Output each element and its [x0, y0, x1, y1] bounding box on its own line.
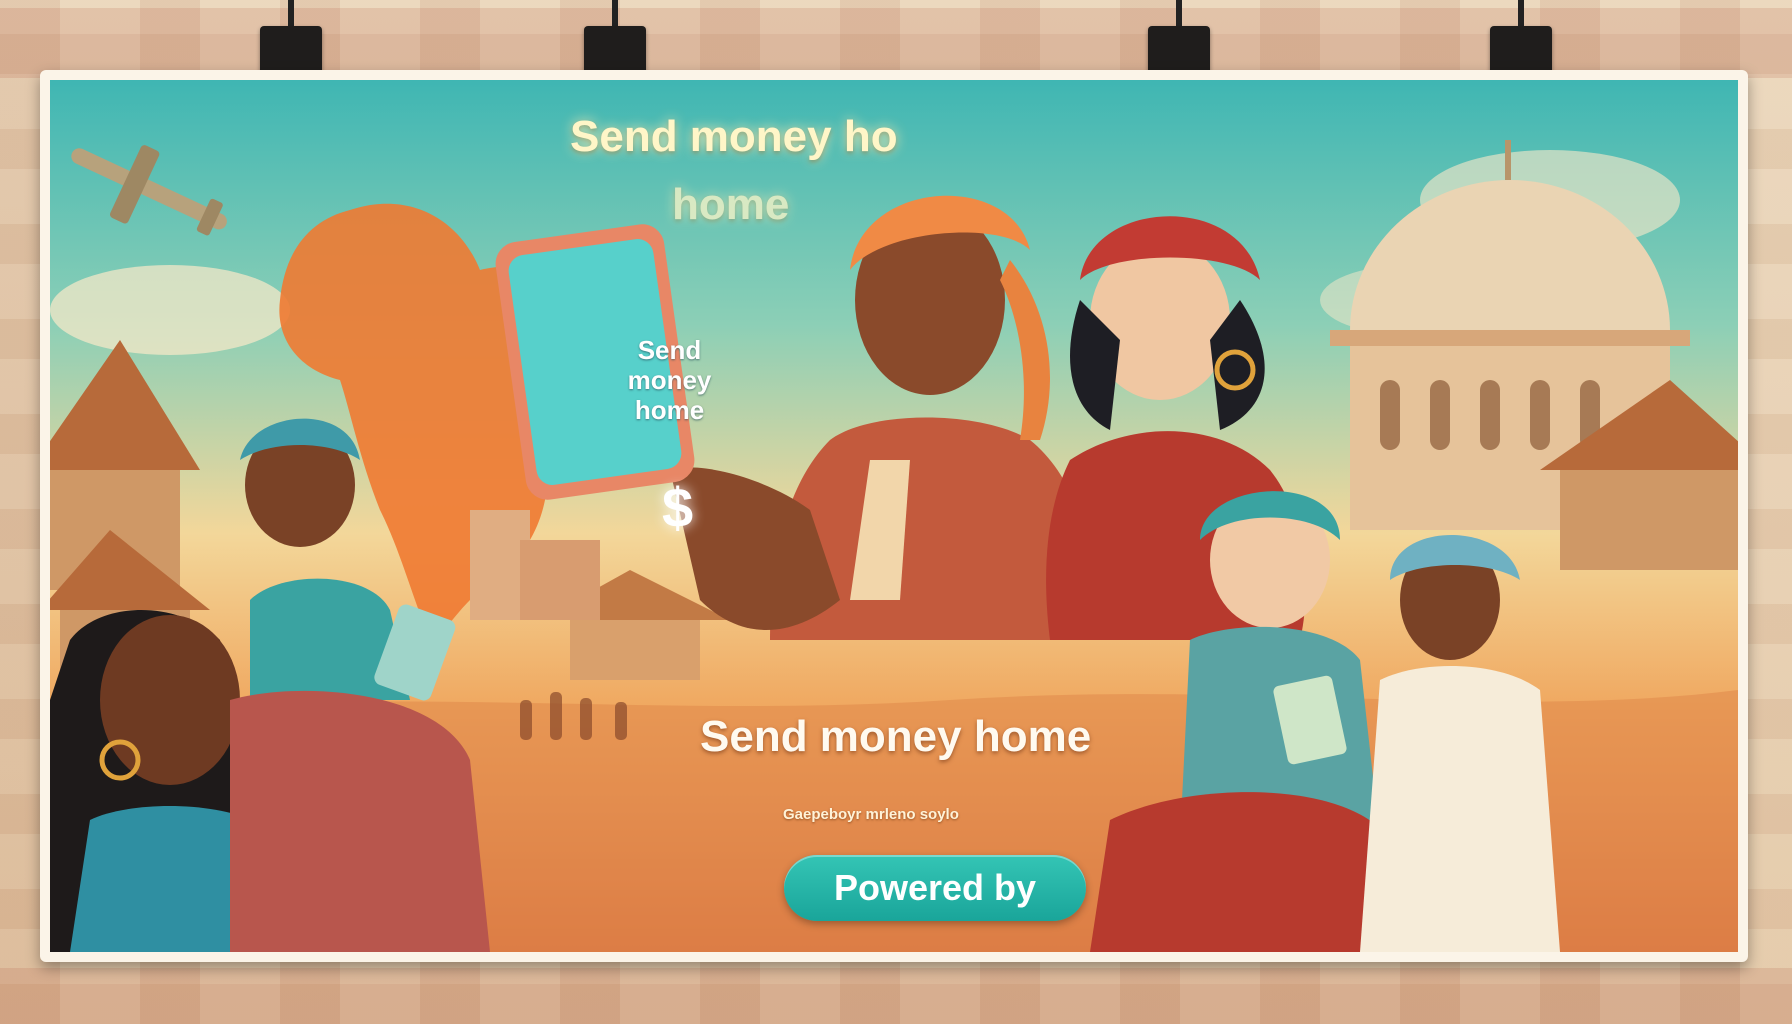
powered-by-button[interactable]: Powered by: [784, 855, 1086, 921]
cloud: [50, 265, 290, 355]
airplane-icon: [71, 145, 227, 236]
tagline: Gaepeboyr mrleno soylo: [783, 806, 959, 823]
headline-line-1: Send money ho: [570, 112, 898, 161]
distant-building: [520, 540, 600, 620]
billboard-artwork: Send money ho home Send money home $ Sen…: [50, 80, 1738, 952]
headline-line-2: home: [672, 180, 790, 229]
phone-screen-text: Send money home: [627, 335, 712, 425]
wall-poster-strip: [0, 968, 1792, 1024]
billboard: Send money ho home Send money home $ Sen…: [40, 70, 1748, 962]
dollar-icon: $: [662, 476, 694, 539]
main-title: Send money home: [700, 712, 1092, 761]
